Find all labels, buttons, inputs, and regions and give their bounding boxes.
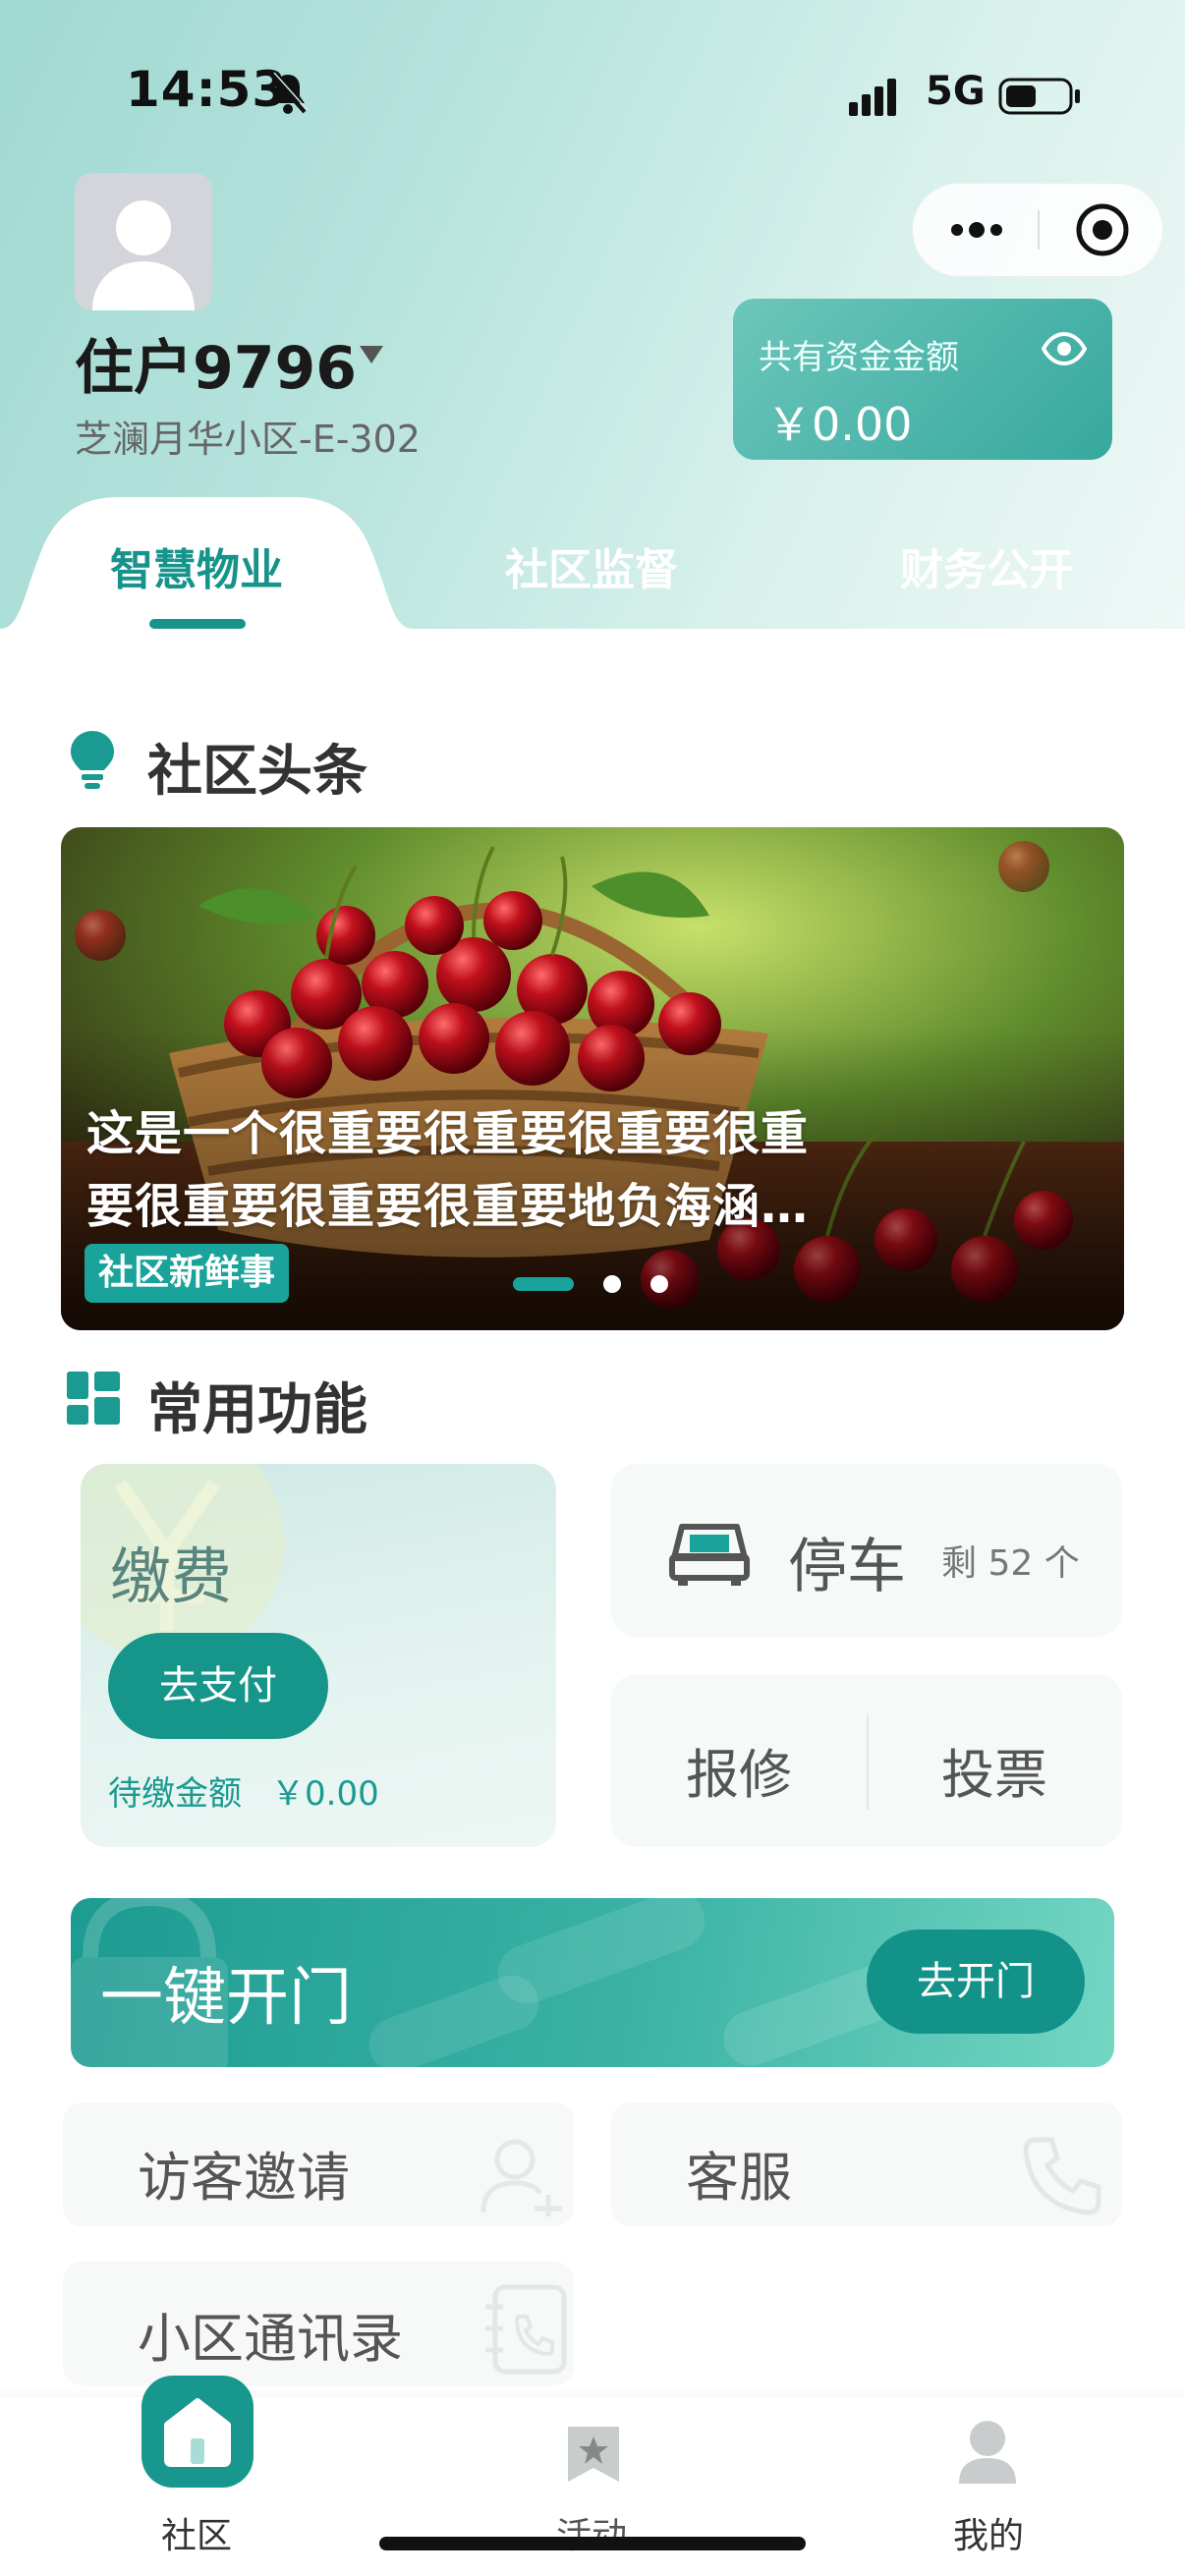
directory-label: 小区通讯录 xyxy=(138,2308,403,2370)
signal-icon xyxy=(849,79,896,116)
nav-me-label[interactable]: 我的 xyxy=(953,2507,1024,2558)
capsule-divider xyxy=(1038,210,1040,250)
divider xyxy=(867,1715,869,1810)
nav-activity-label[interactable]: 活动 xyxy=(556,2507,627,2558)
parking-title: 停车 xyxy=(788,1533,906,1601)
open-door-button[interactable]: 去开门 xyxy=(867,1930,1085,2034)
car-icon xyxy=(669,1524,750,1586)
repair-button[interactable]: 报修 xyxy=(686,1731,792,1809)
section-title-news: 社区头条 xyxy=(147,740,367,804)
battery-icon xyxy=(998,78,1080,115)
nav-community-label[interactable]: 社区 xyxy=(161,2507,232,2558)
star-bookmark-icon[interactable] xyxy=(564,2423,623,2484)
tab-finance-public[interactable]: 财务公开 xyxy=(900,534,1073,597)
parking-remaining: 剩 52 个 xyxy=(941,1543,1080,1584)
tab-indicator xyxy=(149,619,246,629)
person-icon[interactable] xyxy=(957,2419,1018,2486)
payment-title: 缴费 xyxy=(110,1540,233,1612)
tab-smart-property[interactable]: 智慧物业 xyxy=(110,534,283,597)
pay-now-button[interactable]: 去支付 xyxy=(108,1633,328,1739)
more-icon[interactable] xyxy=(945,208,1008,252)
home-indicator xyxy=(379,2537,806,2550)
customer-service-label: 客服 xyxy=(686,2147,792,2209)
user-silhouette-icon xyxy=(92,200,195,310)
fund-amount: ￥0.00 xyxy=(766,398,913,451)
eye-icon[interactable] xyxy=(1042,332,1087,365)
person-add-icon xyxy=(480,2139,562,2216)
carousel-dot[interactable] xyxy=(650,1275,668,1293)
lightbulb-icon xyxy=(71,731,114,789)
carousel-dot-active[interactable] xyxy=(513,1277,574,1291)
network-type: 5G xyxy=(926,69,986,114)
payment-due-label: 待缴金额 xyxy=(108,1774,242,1814)
open-door-title: 一键开门 xyxy=(100,1962,352,2035)
nav-community-button[interactable] xyxy=(141,2376,254,2488)
caret-down-icon[interactable] xyxy=(358,344,385,365)
banner-headline-line2: 要很重要很重要很重要地负海涵… xyxy=(86,1179,810,1234)
tab-community-supervision[interactable]: 社区监督 xyxy=(505,534,678,597)
status-time: 14:53 xyxy=(126,61,288,118)
home-icon xyxy=(164,2398,231,2467)
fund-label: 共有资金金额 xyxy=(759,338,959,377)
carousel-dot[interactable] xyxy=(603,1275,621,1293)
user-name[interactable]: 住户9796 xyxy=(75,320,357,406)
avatar[interactable] xyxy=(75,173,212,310)
payment-due-amount: ￥0.00 xyxy=(271,1774,379,1814)
section-title-functions: 常用功能 xyxy=(147,1378,367,1442)
bell-muted-icon xyxy=(269,72,309,114)
grid-icon xyxy=(67,1372,120,1425)
user-address: 芝澜月华小区-E-302 xyxy=(75,418,421,461)
close-target-icon[interactable] xyxy=(1073,200,1132,259)
contact-book-icon xyxy=(485,2284,567,2375)
phone-icon xyxy=(1023,2137,1101,2215)
banner-category-badge: 社区新鲜事 xyxy=(85,1244,290,1303)
banner-headline-line1: 这是一个很重要很重要很重要很重 xyxy=(86,1106,810,1161)
vote-button[interactable]: 投票 xyxy=(941,1731,1047,1809)
visitor-invite-label: 访客邀请 xyxy=(138,2147,350,2209)
